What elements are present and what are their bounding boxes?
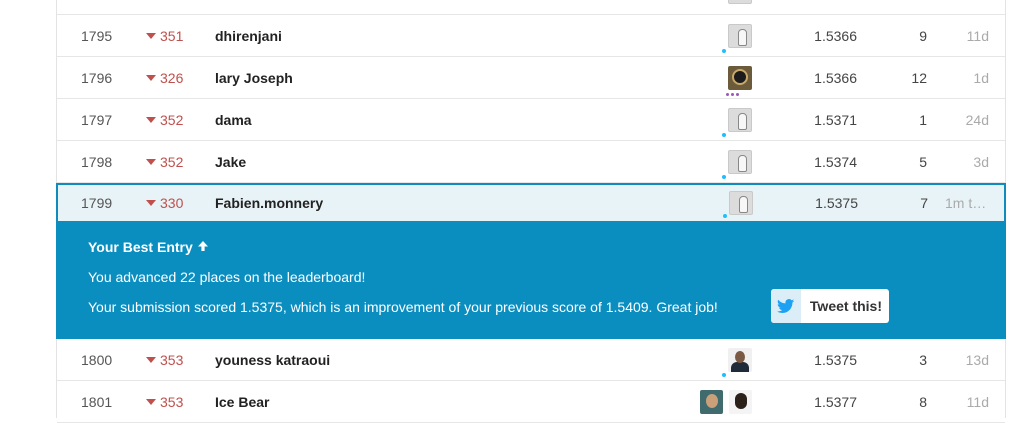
team-members: [697, 99, 752, 140]
entries: 12: [911, 69, 927, 86]
table-row-current-user: 1799 330 Fabien.monnery 1.5375 7 1m t…: [56, 183, 1006, 223]
table-row: 1797 352 dama 1.5371 1 24d: [57, 99, 1005, 141]
last-submission: 11d: [966, 27, 989, 44]
rank-change-value: 352: [160, 153, 184, 170]
leaderboard: 1795 351 dhirenjani 1.5366 9 11d 1796 32…: [56, 0, 1006, 423]
score: 1.5371: [814, 111, 857, 128]
rank: 1799: [81, 195, 113, 211]
team-members: [698, 185, 753, 221]
avatar[interactable]: [728, 149, 752, 174]
score: 1.5377: [814, 393, 857, 410]
score: 1.5375: [815, 195, 858, 211]
caret-down-icon: [146, 158, 156, 165]
last-submission: 13d: [965, 351, 989, 368]
avatar[interactable]: [728, 347, 752, 372]
score: 1.5374: [814, 153, 857, 170]
tier-dot-icon: [723, 214, 727, 218]
entries: 8: [919, 393, 927, 410]
table-row: 1801 353 Ice Bear 1.5377 8 11d: [57, 381, 1005, 423]
team-name[interactable]: youness katraoui: [215, 339, 330, 380]
avatar[interactable]: [729, 389, 752, 414]
rank-change-value: 351: [160, 27, 184, 44]
rank-change: 353: [146, 381, 183, 422]
rank: 1796: [81, 69, 113, 86]
entries: 3: [919, 351, 927, 368]
team-members: [697, 57, 752, 98]
table-row: 1798 352 Jake 1.5374 5 3d: [57, 141, 1005, 183]
caret-down-icon: [146, 32, 156, 39]
table-row: 1796 326 lary Joseph 1.5366 12 1d: [57, 57, 1005, 99]
team-members: [697, 15, 752, 56]
rank-change-value: 352: [160, 111, 184, 128]
team-name[interactable]: dhirenjani: [215, 15, 282, 56]
team-name[interactable]: dama: [215, 99, 252, 140]
avatar[interactable]: [728, 65, 752, 90]
rank-change: 353: [146, 339, 183, 380]
entries: 5: [919, 153, 927, 170]
last-submission: 3d: [973, 153, 989, 170]
team-members: [697, 381, 752, 422]
twitter-bird-icon: [771, 289, 801, 323]
team-members: [697, 0, 752, 14]
rank: 1800: [81, 351, 113, 368]
last-submission: 1d: [973, 69, 989, 86]
last-submission: 1m t…: [945, 195, 987, 211]
avatar[interactable]: [728, 107, 752, 132]
rank-change-value: 330: [160, 195, 184, 211]
team-name[interactable]: Jake: [215, 141, 246, 182]
tier-dot-icon: [722, 175, 726, 179]
team-name[interactable]: lary Joseph: [215, 57, 293, 98]
avatar[interactable]: [700, 389, 723, 414]
caret-down-icon: [146, 116, 156, 123]
score: 1.5366: [814, 69, 857, 86]
avatar[interactable]: [728, 23, 752, 48]
last-submission: 11d: [966, 393, 989, 410]
caret-down-icon: [146, 74, 156, 81]
banner-score-message: Your submission scored 1.5375, which is …: [88, 299, 718, 315]
arrow-up-icon: [197, 240, 209, 255]
team-name[interactable]: Fabien.monnery: [215, 185, 323, 221]
rank-change: 330: [146, 185, 183, 221]
tier-dot-icon: [722, 373, 726, 377]
rank-change: 326: [146, 57, 183, 98]
tier-dot-icon: [722, 133, 726, 137]
rank-change-value: 353: [160, 351, 184, 368]
banner-heading: Your Best Entry: [88, 239, 209, 255]
rank: 1801: [81, 393, 113, 410]
score: 1.5366: [814, 27, 857, 44]
caret-down-icon: [146, 200, 156, 206]
last-submission: 24d: [965, 111, 989, 128]
tweet-button-label: Tweet this!: [809, 298, 882, 314]
rank-change: 351: [146, 15, 183, 56]
rank: 1795: [81, 27, 113, 44]
score: 1.5375: [814, 351, 857, 368]
tier-dot-icon: [722, 49, 726, 53]
entries: 1: [919, 111, 927, 128]
table-row: 1795 351 dhirenjani 1.5366 9 11d: [57, 15, 1005, 57]
caret-down-icon: [146, 398, 156, 405]
rank-change-value: 353: [160, 393, 184, 410]
tweet-button[interactable]: Tweet this!: [771, 289, 889, 323]
team-name[interactable]: Ice Bear: [215, 381, 269, 422]
entries: 9: [919, 27, 927, 44]
banner-places-message: You advanced 22 places on the leaderboar…: [88, 269, 366, 285]
rank: 1798: [81, 153, 113, 170]
best-entry-banner: Your Best Entry You advanced 22 places o…: [56, 223, 1006, 339]
rank-change-value: 326: [160, 69, 184, 86]
rank-change: 352: [146, 141, 183, 182]
entries: 7: [920, 195, 928, 211]
rank: 1797: [81, 111, 113, 128]
avatar[interactable]: [728, 0, 752, 4]
table-row: [57, 0, 1005, 15]
team-members: [697, 339, 752, 380]
team-members: [697, 141, 752, 182]
tier-dots-icon: [726, 93, 739, 96]
banner-heading-text: Your Best Entry: [88, 239, 193, 255]
rank-change: 352: [146, 99, 183, 140]
table-row: 1800 353 youness katraoui 1.5375 3 13d: [57, 339, 1005, 381]
caret-down-icon: [146, 356, 156, 363]
avatar[interactable]: [729, 191, 753, 215]
